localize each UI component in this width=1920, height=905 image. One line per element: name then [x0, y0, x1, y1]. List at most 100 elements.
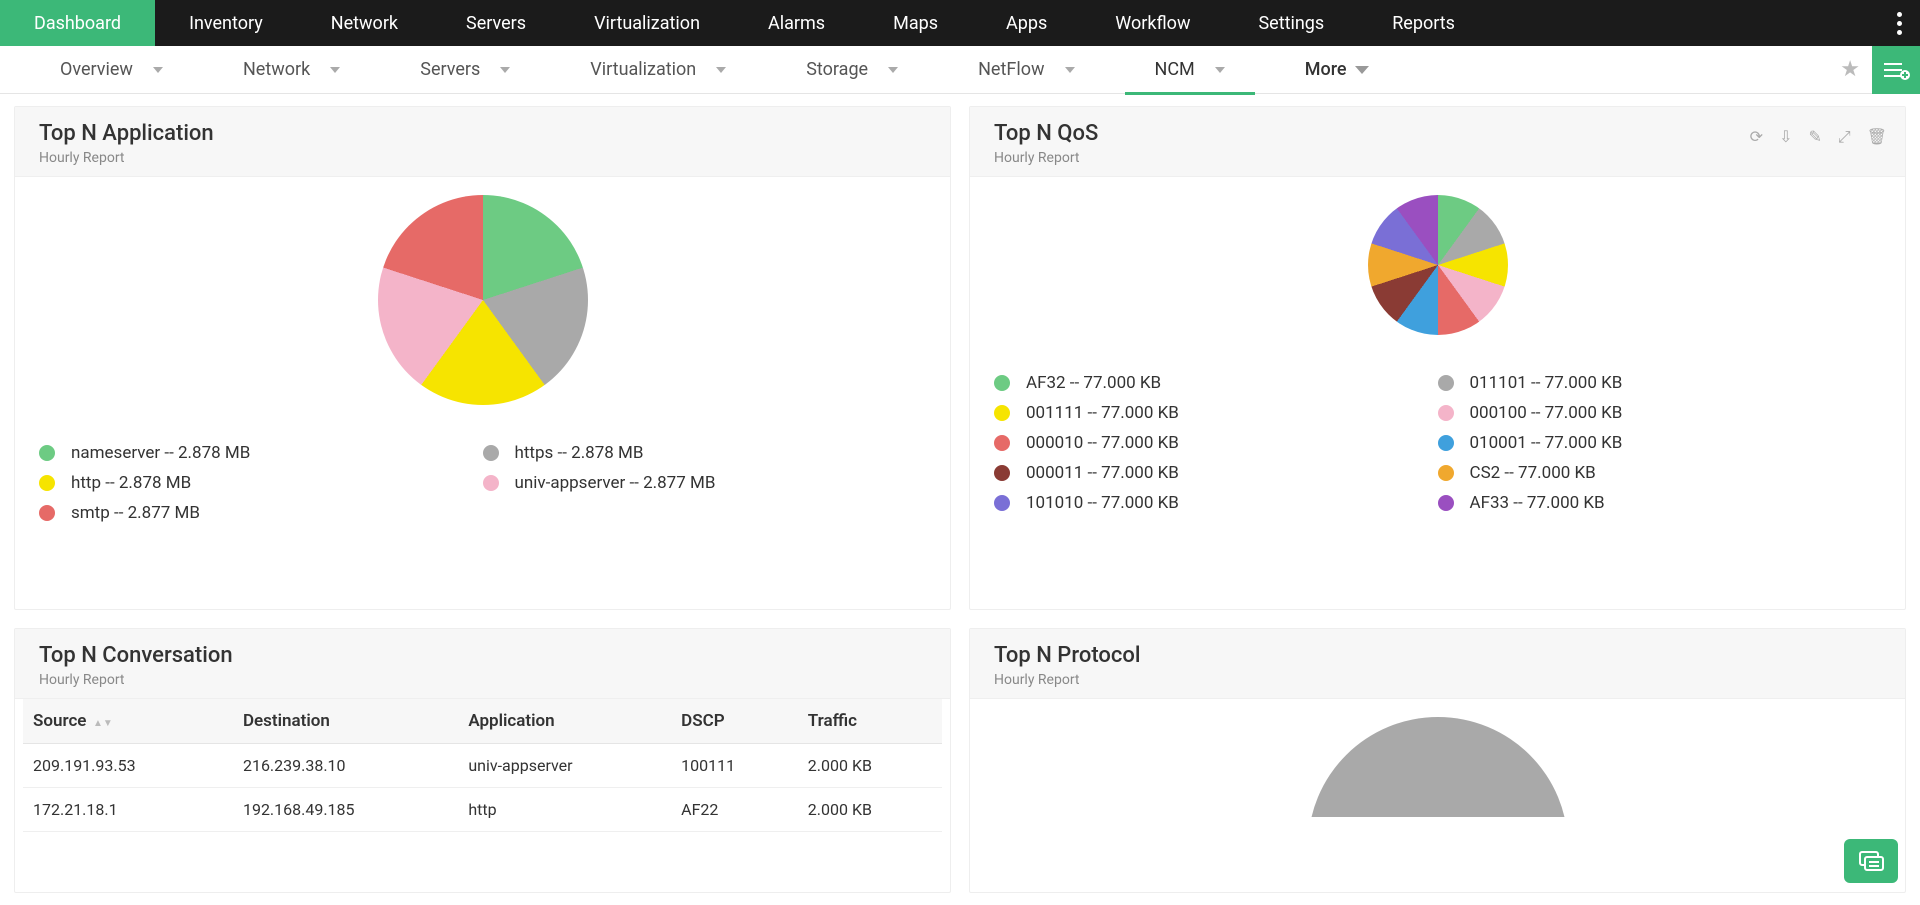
refresh-icon[interactable]: ⟳: [1750, 127, 1763, 147]
table-cell: 2.000 KB: [798, 743, 942, 787]
subnav-storage[interactable]: Storage: [786, 46, 918, 94]
add-widget-button[interactable]: [1872, 46, 1920, 94]
topnav-maps[interactable]: Maps: [859, 0, 972, 46]
legend-label: 001111 -- 77.000 KB: [1026, 403, 1179, 423]
col-dscp[interactable]: DSCP: [671, 699, 798, 744]
legend-dot-icon: [994, 495, 1010, 511]
chevron-down-icon: [153, 67, 163, 73]
legend-dot-icon: [1438, 495, 1454, 511]
conversation-table: Source ▲▼DestinationApplicationDSCPTraff…: [23, 699, 942, 832]
legend-item[interactable]: 000100 -- 77.000 KB: [1438, 403, 1882, 423]
col-application[interactable]: Application: [458, 699, 671, 744]
table-cell: 100111: [671, 743, 798, 787]
chevron-down-icon: [1215, 67, 1225, 73]
legend-item[interactable]: AF32 -- 77.000 KB: [994, 373, 1438, 393]
legend-dot-icon: [1438, 405, 1454, 421]
subnav-overview[interactable]: Overview: [40, 46, 183, 94]
expand-icon[interactable]: ⤢: [1838, 127, 1851, 147]
legend-label: univ-appserver -- 2.877 MB: [515, 473, 716, 493]
legend-dot-icon: [483, 445, 499, 461]
widget-toolbar: ⟳ ⇩ ✎ ⤢ 🗑: [1750, 127, 1887, 147]
caret-down-icon: [1355, 66, 1369, 74]
widget-title: Top N Protocol: [994, 643, 1881, 668]
table-cell: 209.191.93.53: [23, 743, 233, 787]
sub-nav: Overview Network Servers Virtualization Stor…: [0, 46, 1920, 94]
legend-label: nameserver -- 2.878 MB: [71, 443, 250, 463]
legend-label: http -- 2.878 MB: [71, 473, 191, 493]
legend-item[interactable]: AF33 -- 77.000 KB: [1438, 493, 1882, 513]
table-cell: 2.000 KB: [798, 787, 942, 831]
topnav-settings[interactable]: Settings: [1224, 0, 1358, 46]
export-icon[interactable]: ⇩: [1779, 127, 1792, 147]
legend-dot-icon: [1438, 375, 1454, 391]
legend-item[interactable]: univ-appserver -- 2.877 MB: [483, 473, 927, 493]
table-cell: AF22: [671, 787, 798, 831]
edit-icon[interactable]: ✎: [1808, 127, 1821, 147]
table-cell: 192.168.49.185: [233, 787, 458, 831]
subnav-servers[interactable]: Servers: [400, 46, 530, 94]
legend-item[interactable]: 001111 -- 77.000 KB: [994, 403, 1438, 423]
topnav-alarms[interactable]: Alarms: [734, 0, 859, 46]
topnav-servers[interactable]: Servers: [432, 0, 560, 46]
legend-dot-icon: [1438, 465, 1454, 481]
legend-label: 011101 -- 77.000 KB: [1470, 373, 1623, 393]
legend-dot-icon: [994, 375, 1010, 391]
table-cell: univ-appserver: [458, 743, 671, 787]
widget-subtitle: Hourly Report: [39, 150, 926, 166]
widget-title: Top N Application: [39, 121, 926, 146]
chevron-down-icon: [888, 67, 898, 73]
dashboard-content: Top N Application Hourly Report nameserv…: [0, 94, 1920, 905]
table-row[interactable]: 172.21.18.1192.168.49.185httpAF222.000 K…: [23, 787, 942, 831]
app-legend: nameserver -- 2.878 MB http -- 2.878 MB sm…: [39, 433, 926, 533]
col-traffic[interactable]: Traffic: [798, 699, 942, 744]
legend-dot-icon: [1438, 435, 1454, 451]
legend-dot-icon: [483, 475, 499, 491]
more-menu-icon[interactable]: [1897, 0, 1902, 46]
legend-item[interactable]: https -- 2.878 MB: [483, 443, 927, 463]
col-source[interactable]: Source ▲▼: [23, 699, 233, 744]
legend-label: https -- 2.878 MB: [515, 443, 644, 463]
protocol-pie-chart: [994, 717, 1881, 817]
legend-label: 000011 -- 77.000 KB: [1026, 463, 1179, 483]
widget-subtitle: Hourly Report: [994, 150, 1881, 166]
subnav-network[interactable]: Network: [223, 46, 360, 94]
topnav-reports[interactable]: Reports: [1358, 0, 1489, 46]
topnav-apps[interactable]: Apps: [972, 0, 1081, 46]
legend-item[interactable]: 000010 -- 77.000 KB: [994, 433, 1438, 453]
legend-item[interactable]: smtp -- 2.877 MB: [39, 503, 483, 523]
legend-item[interactable]: CS2 -- 77.000 KB: [1438, 463, 1882, 483]
legend-dot-icon: [39, 505, 55, 521]
legend-label: smtp -- 2.877 MB: [71, 503, 200, 523]
legend-item[interactable]: 000011 -- 77.000 KB: [994, 463, 1438, 483]
delete-icon[interactable]: 🗑: [1867, 127, 1887, 147]
topnav-virtualization[interactable]: Virtualization: [560, 0, 734, 46]
legend-label: 000010 -- 77.000 KB: [1026, 433, 1179, 453]
app-pie-chart: [39, 195, 926, 405]
legend-label: 000100 -- 77.000 KB: [1470, 403, 1623, 423]
legend-dot-icon: [994, 405, 1010, 421]
chevron-down-icon: [1065, 67, 1075, 73]
legend-dot-icon: [39, 445, 55, 461]
topnav-workflow[interactable]: Workflow: [1081, 0, 1224, 46]
subnav-more[interactable]: More: [1305, 46, 1369, 94]
legend-label: 101010 -- 77.000 KB: [1026, 493, 1179, 513]
subnav-virtualization[interactable]: Virtualization: [570, 46, 746, 94]
topnav-inventory[interactable]: Inventory: [155, 0, 297, 46]
chat-button[interactable]: [1844, 839, 1898, 883]
legend-item[interactable]: 101010 -- 77.000 KB: [994, 493, 1438, 513]
col-destination[interactable]: Destination: [233, 699, 458, 744]
widget-top-n-qos: Top N QoS Hourly Report ⟳ ⇩ ✎ ⤢ 🗑 AF32 -…: [969, 106, 1906, 610]
legend-label: 010001 -- 77.000 KB: [1470, 433, 1623, 453]
chevron-down-icon: [500, 67, 510, 73]
subnav-netflow[interactable]: NetFlow: [958, 46, 1094, 94]
table-row[interactable]: 209.191.93.53216.239.38.10univ-appserver…: [23, 743, 942, 787]
legend-item[interactable]: 010001 -- 77.000 KB: [1438, 433, 1882, 453]
topnav-dashboard[interactable]: Dashboard: [0, 0, 155, 46]
widget-top-n-conversation: Top N Conversation Hourly Report Source …: [14, 628, 951, 894]
legend-item[interactable]: http -- 2.878 MB: [39, 473, 483, 493]
subnav-ncm[interactable]: NCM: [1135, 46, 1245, 94]
topnav-network[interactable]: Network: [297, 0, 432, 46]
legend-item[interactable]: nameserver -- 2.878 MB: [39, 443, 483, 463]
favorite-icon[interactable]: ★: [1840, 57, 1860, 82]
legend-item[interactable]: 011101 -- 77.000 KB: [1438, 373, 1882, 393]
